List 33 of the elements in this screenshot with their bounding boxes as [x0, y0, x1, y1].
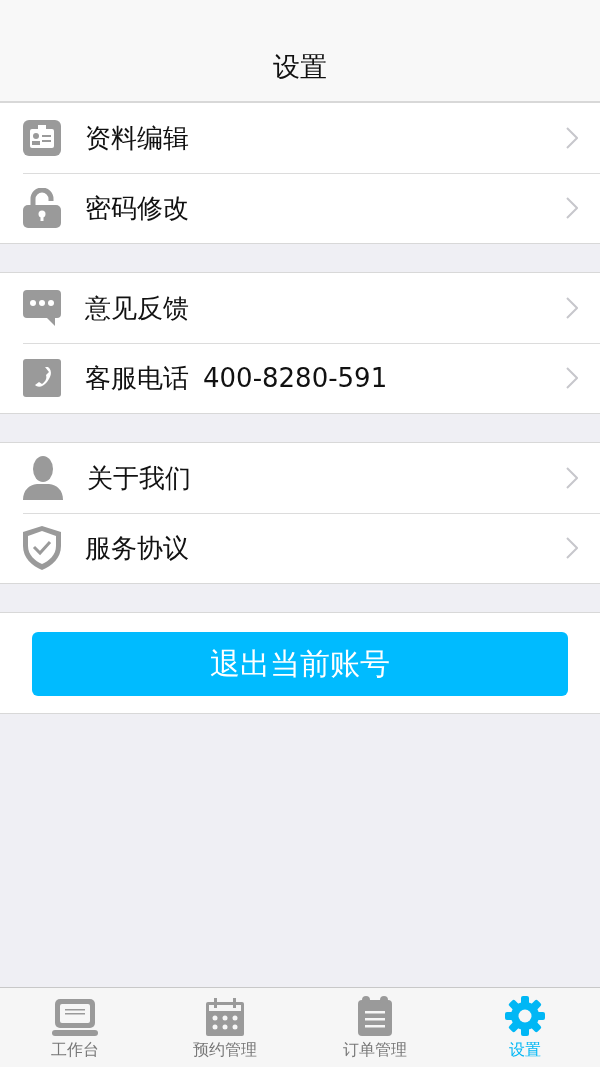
row-label: 意见反馈 — [85, 291, 189, 325]
id-card-icon — [23, 119, 61, 157]
chevron-icon — [566, 197, 578, 219]
chevron-icon — [566, 537, 578, 559]
clipboard-icon — [358, 996, 392, 1036]
settings-row[interactable]: 密码修改 — [0, 173, 600, 243]
settings-row[interactable]: 服务协议 — [0, 513, 600, 583]
settings-row[interactable]: 客服电话 400-8280-591 — [0, 343, 600, 413]
row-label: 关于我们 — [87, 461, 191, 495]
settings-row[interactable]: 意见反馈 — [0, 273, 600, 343]
laptop-icon — [52, 998, 98, 1036]
chevron-icon — [566, 297, 578, 319]
row-label: 服务协议 — [85, 531, 189, 565]
row-label: 客服电话 — [85, 361, 189, 395]
chevron-icon — [566, 127, 578, 149]
person-icon — [23, 456, 63, 500]
tab-item[interactable]: 订单管理 — [300, 988, 450, 1067]
chevron-icon — [566, 467, 578, 489]
page-title: 设置 — [273, 50, 327, 84]
tab-item[interactable]: 预约管理 — [150, 988, 300, 1067]
phone-number: 400-8280-591 — [203, 363, 388, 393]
row-label: 资料编辑 — [85, 121, 189, 155]
settings-row[interactable]: 资料编辑 — [0, 103, 600, 173]
settings-row[interactable]: 关于我们 — [0, 443, 600, 513]
settings-icon — [505, 996, 545, 1036]
shield-check-icon — [23, 526, 61, 570]
padlock-icon — [23, 188, 61, 228]
tab-item[interactable]: 工作台 — [0, 988, 150, 1067]
calendar-icon — [206, 998, 244, 1036]
row-label: 密码修改 — [85, 191, 189, 225]
chevron-icon — [566, 367, 578, 389]
chat-bubble-icon — [23, 290, 61, 326]
phone-icon — [23, 359, 61, 397]
